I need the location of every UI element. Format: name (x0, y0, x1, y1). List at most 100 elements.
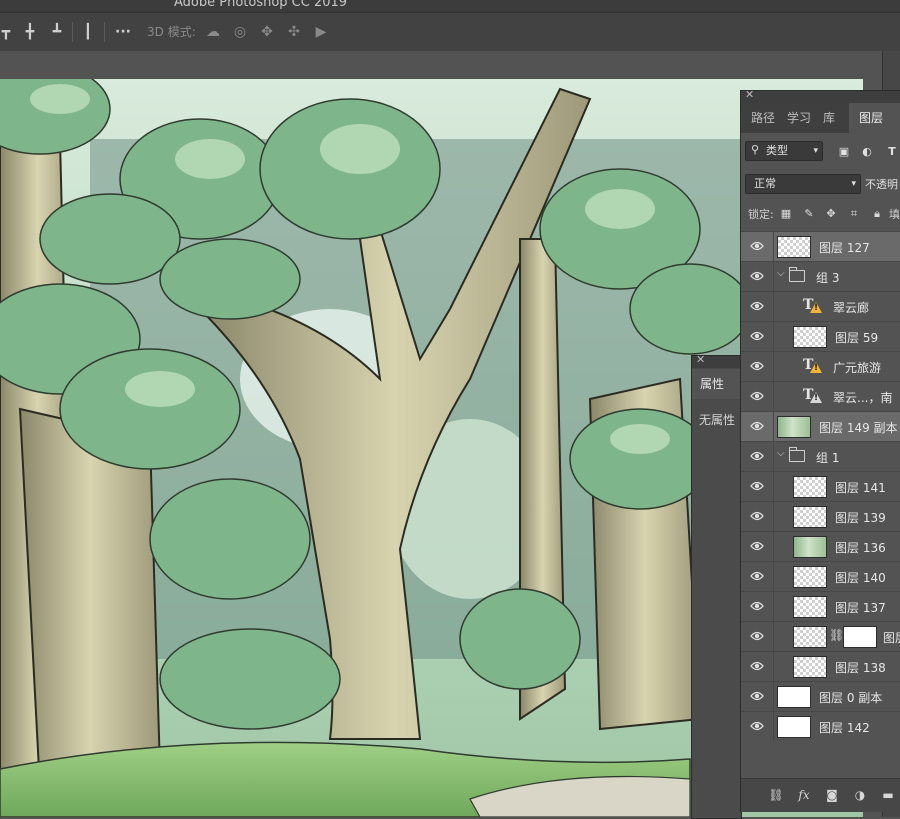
distribute-icon[interactable]: ┃ (78, 22, 98, 42)
visibility-eye-icon[interactable] (750, 390, 764, 402)
divider (773, 532, 774, 561)
layer-row[interactable]: 图层 136 (741, 531, 900, 561)
title-bar: Adobe Photoshop CC 2019 (0, 0, 900, 12)
visibility-eye-icon[interactable] (750, 240, 764, 252)
layer-thumbnail (793, 536, 827, 558)
filter-pixel-icon[interactable]: ▣ (837, 145, 851, 159)
layer-row[interactable]: 图层 149 副本 (741, 411, 900, 441)
close-icon[interactable]: ✕ (745, 88, 754, 101)
filter-kind-select[interactable]: ⚲ 类型 ▾ (745, 141, 823, 161)
link-layers-icon[interactable]: ⛓ (768, 787, 784, 803)
divider (773, 442, 774, 471)
tab-layers[interactable]: 图层 (849, 103, 900, 133)
layer-thumbnail (777, 416, 811, 438)
visibility-eye-icon[interactable] (750, 690, 764, 702)
expand-chevron-icon[interactable]: ⌵ (777, 268, 785, 279)
lock-transparent-icon[interactable]: ▦ (779, 207, 793, 221)
visibility-eye-icon[interactable] (750, 420, 764, 432)
layer-name: 图层 0 副本 (819, 691, 883, 705)
roll-3d-icon[interactable]: ◎ (230, 22, 250, 42)
layer-thumbnail (793, 656, 827, 678)
visibility-eye-icon[interactable] (750, 720, 764, 732)
opacity-label: 不透明 (865, 178, 898, 191)
divider (773, 472, 774, 501)
filter-kind-value: 类型 (766, 144, 788, 157)
visibility-eye-icon[interactable] (750, 630, 764, 642)
canvas-margin (0, 51, 885, 79)
fx-icon[interactable]: fx (796, 787, 812, 803)
chevron-down-icon: ▾ (813, 146, 818, 156)
divider (773, 682, 774, 711)
visibility-eye-icon[interactable] (750, 450, 764, 462)
blend-row: 正常 ▾ 不透明 (741, 171, 900, 197)
tab-libraries[interactable]: 库 (823, 103, 843, 133)
tab-properties[interactable]: 属性 (692, 369, 741, 399)
layer-row[interactable]: 图层 140 (741, 561, 900, 591)
divider (773, 292, 774, 321)
tab-learn[interactable]: 学习 (787, 103, 817, 133)
align-vcenter-icon[interactable]: ╋ (20, 22, 40, 42)
layer-thumbnail (793, 626, 827, 648)
layer-row[interactable]: 图层 0 副本 (741, 681, 900, 711)
lock-all-icon[interactable]: 🔒︎ (870, 207, 884, 221)
lock-artboard-icon[interactable]: ⌗ (847, 207, 861, 221)
filter-type-icon[interactable]: T (885, 145, 899, 159)
layer-row[interactable]: 图层 138 (741, 651, 900, 681)
tab-paths[interactable]: 路径 (751, 103, 781, 133)
layers-panel: ✕ 路径 学习 库 图层 ⚲ 类型 ▾ ▣ ◐ T 正常 ▾ 不透明 锁定: ▦… (740, 88, 900, 812)
visibility-eye-icon[interactable] (750, 330, 764, 342)
expand-chevron-icon[interactable]: ⌵ (777, 448, 785, 459)
layer-thumbnail (793, 566, 827, 588)
visibility-eye-icon[interactable] (750, 510, 764, 522)
divider (773, 232, 774, 261)
orbit-3d-icon[interactable]: ☁ (203, 22, 223, 42)
layer-row[interactable]: ⌵ 组 1 (741, 441, 900, 471)
align-top-icon[interactable]: ┳ (0, 22, 16, 42)
divider (773, 412, 774, 441)
divider (773, 562, 774, 591)
visibility-eye-icon[interactable] (750, 660, 764, 672)
slide-3d-icon[interactable]: ✣ (284, 22, 304, 42)
layer-name: 图层 141 (835, 481, 886, 495)
filter-adjustment-icon[interactable]: ◐ (860, 145, 874, 159)
close-icon[interactable]: ✕ (696, 353, 705, 366)
layer-mask-thumbnail[interactable] (843, 626, 877, 648)
layer-row[interactable]: T! 广元旅游 (741, 351, 900, 381)
text-layer-warning-icon: T! (803, 357, 822, 374)
pan-3d-icon[interactable]: ✥ (257, 22, 277, 42)
adjustment-layer-icon[interactable]: ◑ (852, 787, 868, 803)
visibility-eye-icon[interactable] (750, 540, 764, 552)
visibility-eye-icon[interactable] (750, 600, 764, 612)
layer-name: 图层 137 (835, 601, 886, 615)
visibility-eye-icon[interactable] (750, 360, 764, 372)
layer-row[interactable]: T! 翠云廊 (741, 291, 900, 321)
blend-mode-select[interactable]: 正常 ▾ (745, 174, 861, 194)
lock-image-icon[interactable]: ✎ (802, 207, 816, 221)
divider (773, 652, 774, 681)
layer-name: 翠云廊 (833, 301, 870, 315)
layer-name: 图层 139 (835, 511, 886, 525)
visibility-eye-icon[interactable] (750, 570, 764, 582)
layer-row[interactable]: 图层 59 (741, 321, 900, 351)
layer-row[interactable]: 图层 142 (741, 711, 900, 741)
lock-position-icon[interactable]: ✥ (824, 207, 838, 221)
layer-row[interactable]: 图层 137 (741, 591, 900, 621)
layer-row[interactable]: ⛓ 图层 (741, 621, 900, 651)
align-bottom-icon[interactable]: ┻ (47, 22, 67, 42)
visibility-eye-icon[interactable] (750, 480, 764, 492)
mode-3d-label: 3D 模式: (147, 25, 196, 39)
visibility-eye-icon[interactable] (750, 270, 764, 282)
more-icon[interactable]: ··· (113, 22, 133, 42)
layer-row[interactable]: 图层 139 (741, 501, 900, 531)
scale-3d-icon[interactable]: ▶ (311, 22, 331, 42)
layer-row[interactable]: ⌵ 组 3 (741, 261, 900, 291)
layer-row[interactable]: 图层 141 (741, 471, 900, 501)
new-group-icon[interactable]: ▬ (880, 787, 896, 803)
visibility-eye-icon[interactable] (750, 300, 764, 312)
layer-row[interactable]: 图层 127 (741, 231, 900, 261)
folder-icon (789, 267, 805, 282)
mask-link-icon[interactable]: ⛓ (829, 628, 844, 642)
add-mask-icon[interactable]: ◙ (824, 787, 840, 803)
divider (773, 262, 774, 291)
layer-row[interactable]: T! 翠云...，南 (741, 381, 900, 411)
